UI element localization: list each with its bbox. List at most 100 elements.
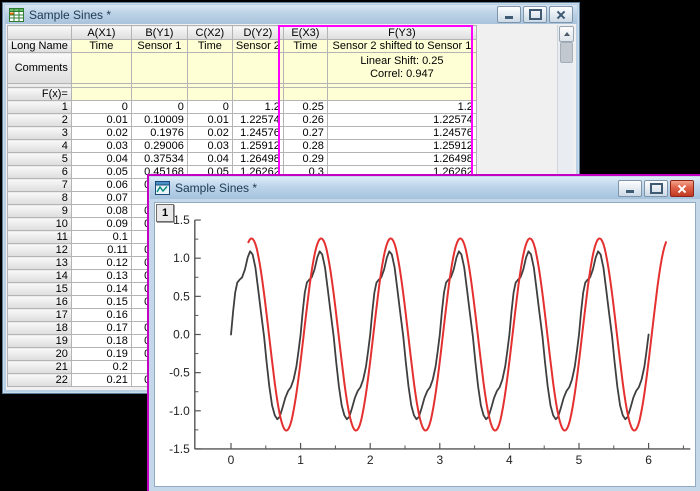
data-cell[interactable]: 0.03 (70, 139, 132, 153)
data-cell[interactable]: 0.10009 (130, 113, 188, 127)
row-number[interactable]: 14 (7, 269, 72, 283)
data-cell[interactable]: 1.24576 (231, 126, 284, 140)
data-cell[interactable]: 0.01 (70, 113, 132, 127)
comments-cell[interactable] (186, 52, 233, 84)
long-name-cell[interactable]: Sensor 2 shifted to Sensor 1 (326, 39, 477, 53)
fx-cell[interactable] (326, 87, 477, 101)
data-cell[interactable]: 0.1976 (130, 126, 188, 140)
data-cell[interactable]: 1.22574 (326, 113, 477, 127)
data-cell[interactable]: 0.04 (186, 152, 233, 166)
long-name-cell[interactable]: Sensor 2 (231, 39, 284, 53)
comments-cell[interactable] (282, 52, 328, 84)
graph-maximize-button[interactable] (644, 180, 668, 197)
fx-cell[interactable] (70, 87, 132, 101)
row-number[interactable]: 11 (7, 230, 72, 244)
data-cell[interactable]: 0.09 (70, 217, 132, 231)
row-number[interactable]: 1 (7, 100, 72, 114)
data-cell[interactable]: 1.26498 (326, 152, 477, 166)
data-cell[interactable]: 1.25912 (326, 139, 477, 153)
row-number[interactable]: 16 (7, 295, 72, 309)
data-cell[interactable]: 0.05 (70, 165, 132, 179)
fx-cell[interactable] (231, 87, 284, 101)
data-cell[interactable]: 0.11 (70, 243, 132, 257)
column-header-a[interactable]: A(X1) (70, 25, 132, 40)
data-cell[interactable]: 0.25 (282, 100, 328, 114)
data-cell[interactable]: 0.01 (186, 113, 233, 127)
data-cell[interactable]: 0.02 (70, 126, 132, 140)
graph-window[interactable]: Sample Sines * 1 0 1 2 3 4 5 6 -1.5 -1.0 -0.5 0.0 0… (147, 174, 700, 491)
worksheet-minimize-button[interactable] (497, 6, 521, 23)
long-name-cell[interactable]: Time (186, 39, 233, 53)
data-cell[interactable]: 1.25912 (231, 139, 284, 153)
row-number[interactable]: 6 (7, 165, 72, 179)
row-number[interactable]: 18 (7, 321, 72, 335)
graph-page[interactable]: 1 0 1 2 3 4 5 6 -1.5 -1.0 -0.5 0.0 0.5 1.0 1.5 (154, 202, 696, 487)
long-name-cell[interactable]: Sensor 1 (130, 39, 188, 53)
data-cell[interactable]: 0.17 (70, 321, 132, 335)
data-cell[interactable]: 0.37534 (130, 152, 188, 166)
data-cell[interactable]: 0.08 (70, 204, 132, 218)
data-cell[interactable]: 0 (130, 100, 188, 114)
scroll-up-button[interactable] (559, 26, 574, 42)
data-cell[interactable]: 0.19 (70, 347, 132, 361)
data-cell[interactable]: 0.21 (70, 373, 132, 387)
long-name-row-label[interactable]: Long Name (7, 39, 72, 53)
data-cell[interactable]: 0.12 (70, 256, 132, 270)
data-cell[interactable]: 0.13 (70, 269, 132, 283)
worksheet-titlebar[interactable]: Sample Sines * (5, 5, 577, 24)
data-cell[interactable]: 1.2 (231, 100, 284, 114)
graph-plot[interactable]: 0 1 2 3 4 5 6 -1.5 -1.0 -0.5 0.0 0.5 1.0 1.5 (155, 203, 693, 484)
graph-minimize-button[interactable] (618, 180, 642, 197)
row-number[interactable]: 21 (7, 360, 72, 374)
layer-1-button[interactable]: 1 (156, 204, 174, 222)
data-cell[interactable]: 0.2 (70, 360, 132, 374)
row-number[interactable]: 13 (7, 256, 72, 270)
data-cell[interactable]: 1.22574 (231, 113, 284, 127)
data-cell[interactable]: 0.06 (70, 178, 132, 192)
data-cell[interactable]: 0.02 (186, 126, 233, 140)
column-header-f[interactable]: F(Y3) (326, 25, 477, 40)
row-number[interactable]: 9 (7, 204, 72, 218)
data-cell[interactable]: 1.2 (326, 100, 477, 114)
data-cell[interactable]: 0.26 (282, 113, 328, 127)
comments-cell[interactable] (130, 52, 188, 84)
comments-row-label[interactable]: Comments (7, 52, 72, 84)
data-cell[interactable]: 0.03 (186, 139, 233, 153)
data-cell[interactable]: 0.28 (282, 139, 328, 153)
data-cell[interactable]: 0.1 (70, 230, 132, 244)
worksheet-close-button[interactable] (549, 6, 573, 23)
fx-cell[interactable] (282, 87, 328, 101)
data-cell[interactable]: 0.07 (70, 191, 132, 205)
comments-cell[interactable]: Linear Shift: 0.25 Correl: 0.947 (326, 52, 477, 84)
fx-cell[interactable] (130, 87, 188, 101)
data-cell[interactable]: 1.24576 (326, 126, 477, 140)
long-name-cell[interactable]: Time (70, 39, 132, 53)
row-number[interactable]: 19 (7, 334, 72, 348)
fx-row-label[interactable]: F(x)= (7, 87, 72, 101)
data-cell[interactable]: 0.14 (70, 282, 132, 296)
row-number[interactable]: 7 (7, 178, 72, 192)
data-cell[interactable]: 0.29 (282, 152, 328, 166)
data-cell[interactable]: 0 (70, 100, 132, 114)
scrollbar-thumb[interactable] (560, 42, 573, 63)
graph-close-button[interactable] (670, 180, 694, 197)
data-cell[interactable]: 0.18 (70, 334, 132, 348)
row-number[interactable]: 20 (7, 347, 72, 361)
column-header-b[interactable]: B(Y1) (130, 25, 188, 40)
data-cell[interactable]: 0.29006 (130, 139, 188, 153)
row-number[interactable]: 2 (7, 113, 72, 127)
data-cell[interactable]: 0.16 (70, 308, 132, 322)
data-cell[interactable]: 1.26498 (231, 152, 284, 166)
column-header-d[interactable]: D(Y2) (231, 25, 284, 40)
worksheet-maximize-button[interactable] (523, 6, 547, 23)
data-cell[interactable]: 0.27 (282, 126, 328, 140)
row-number[interactable]: 22 (7, 373, 72, 387)
column-header-c[interactable]: C(X2) (186, 25, 233, 40)
long-name-cell[interactable]: Time (282, 39, 328, 53)
data-cell[interactable]: 0.04 (70, 152, 132, 166)
data-cell[interactable]: 0.15 (70, 295, 132, 309)
row-number[interactable]: 10 (7, 217, 72, 231)
fx-cell[interactable] (186, 87, 233, 101)
row-number[interactable]: 12 (7, 243, 72, 257)
row-number[interactable]: 5 (7, 152, 72, 166)
